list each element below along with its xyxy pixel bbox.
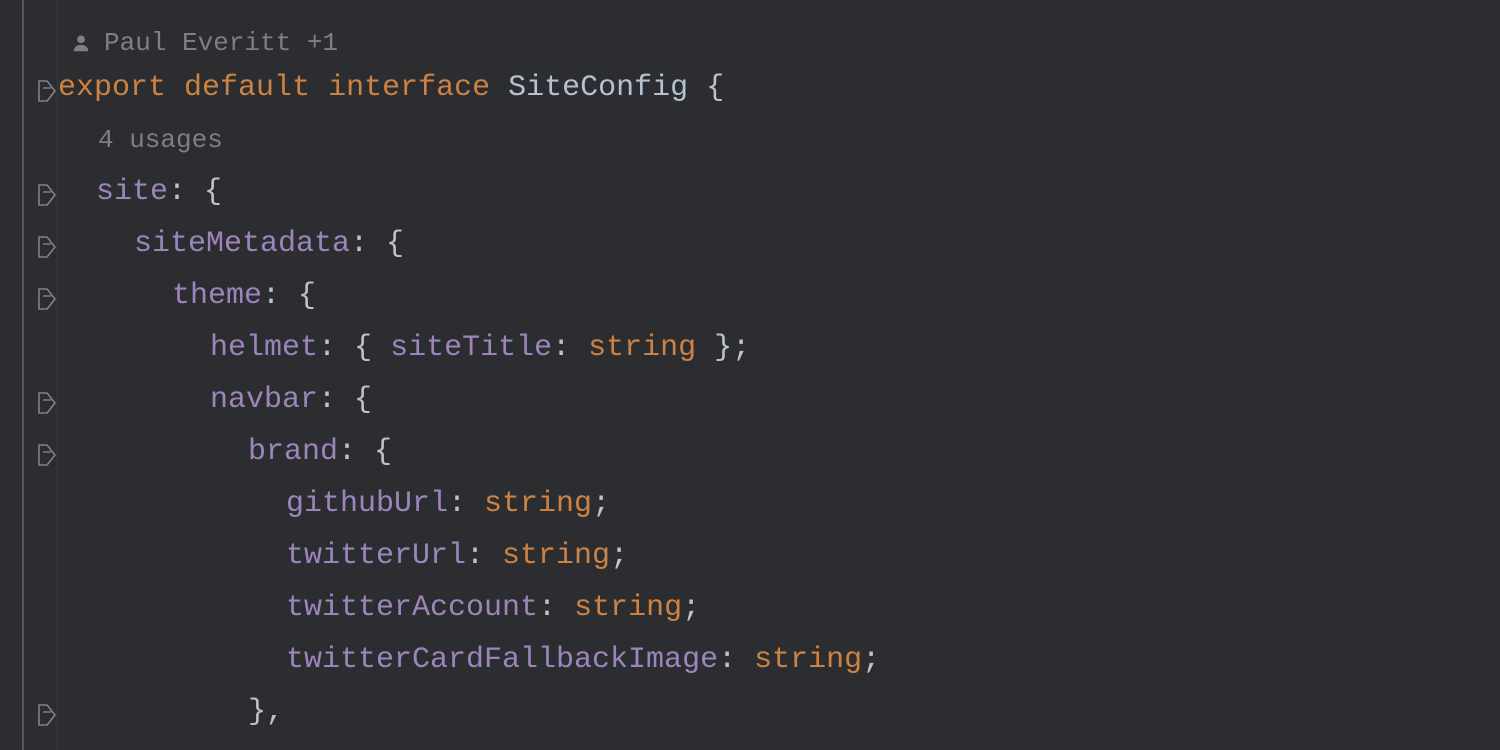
fold-collapse-icon[interactable] (38, 392, 56, 414)
keyword-interface: interface (328, 71, 490, 105)
keyword-default: default (184, 71, 310, 105)
gutter (0, 0, 58, 750)
type-string: string (484, 487, 592, 521)
colon-brace: : { (318, 331, 372, 365)
author-text: Paul Everitt +1 (104, 24, 338, 62)
prop-helmet: helmet (210, 331, 318, 365)
code-line[interactable]: githubUrl: string; (58, 478, 1500, 530)
prop-twitteraccount: twitterAccount (286, 591, 538, 625)
prop-sitetitle: siteTitle (390, 331, 552, 365)
semicolon: ; (682, 591, 700, 625)
code-line[interactable]: site: { (58, 166, 1500, 218)
gutter-vcs-line (22, 0, 24, 750)
code-line[interactable]: }, (58, 686, 1500, 738)
brace-close-comma: }, (248, 695, 284, 729)
semicolon: ; (610, 539, 628, 573)
prop-sitemetadata: siteMetadata (134, 227, 350, 261)
colon-brace: : { (318, 383, 372, 417)
fold-collapse-icon[interactable] (38, 288, 56, 310)
prop-theme: theme (172, 279, 262, 313)
person-icon (70, 32, 92, 54)
fold-collapse-icon[interactable] (38, 80, 56, 102)
code-line[interactable]: navbar: { (58, 374, 1500, 426)
fold-collapse-icon[interactable] (38, 444, 56, 466)
code-line[interactable]: twitterAccount: string; (58, 582, 1500, 634)
prop-twittercardfallbackimage: twitterCardFallbackImage (286, 643, 718, 677)
semicolon: ; (732, 331, 750, 365)
code-line[interactable]: theme: { (58, 270, 1500, 322)
colon-brace: : { (338, 435, 392, 469)
prop-navbar: navbar (210, 383, 318, 417)
fold-collapse-icon[interactable] (38, 704, 56, 726)
type-string: string (588, 331, 696, 365)
prop-site: site (96, 175, 168, 209)
colon-brace: : { (350, 227, 404, 261)
type-string: string (574, 591, 682, 625)
prop-githuburl: githubUrl (286, 487, 448, 521)
type-name: SiteConfig (508, 71, 688, 105)
type-string: string (502, 539, 610, 573)
code-editor[interactable]: Paul Everitt +1 export default interface… (58, 0, 1500, 738)
code-line[interactable]: twitterCardFallbackImage: string; (58, 634, 1500, 686)
colon-brace: : { (262, 279, 316, 313)
colon-brace: : { (168, 175, 222, 209)
type-string: string (754, 643, 862, 677)
brace-open: { (706, 71, 724, 105)
code-line[interactable]: siteMetadata: { (58, 218, 1500, 270)
prop-brand: brand (248, 435, 338, 469)
fold-collapse-icon[interactable] (38, 184, 56, 206)
code-line[interactable]: export default interface SiteConfig { (58, 62, 1500, 114)
keyword-export: export (58, 71, 166, 105)
prop-twitterurl: twitterUrl (286, 539, 466, 573)
author-annotation[interactable]: Paul Everitt +1 (58, 24, 1500, 62)
code-line[interactable]: brand: { (58, 426, 1500, 478)
fold-collapse-icon[interactable] (38, 236, 56, 258)
code-line[interactable]: helmet: { siteTitle: string }; (58, 322, 1500, 374)
usages-hint[interactable]: 4 usages (58, 114, 1500, 166)
code-line[interactable]: twitterUrl: string; (58, 530, 1500, 582)
semicolon: ; (592, 487, 610, 521)
semicolon: ; (862, 643, 880, 677)
